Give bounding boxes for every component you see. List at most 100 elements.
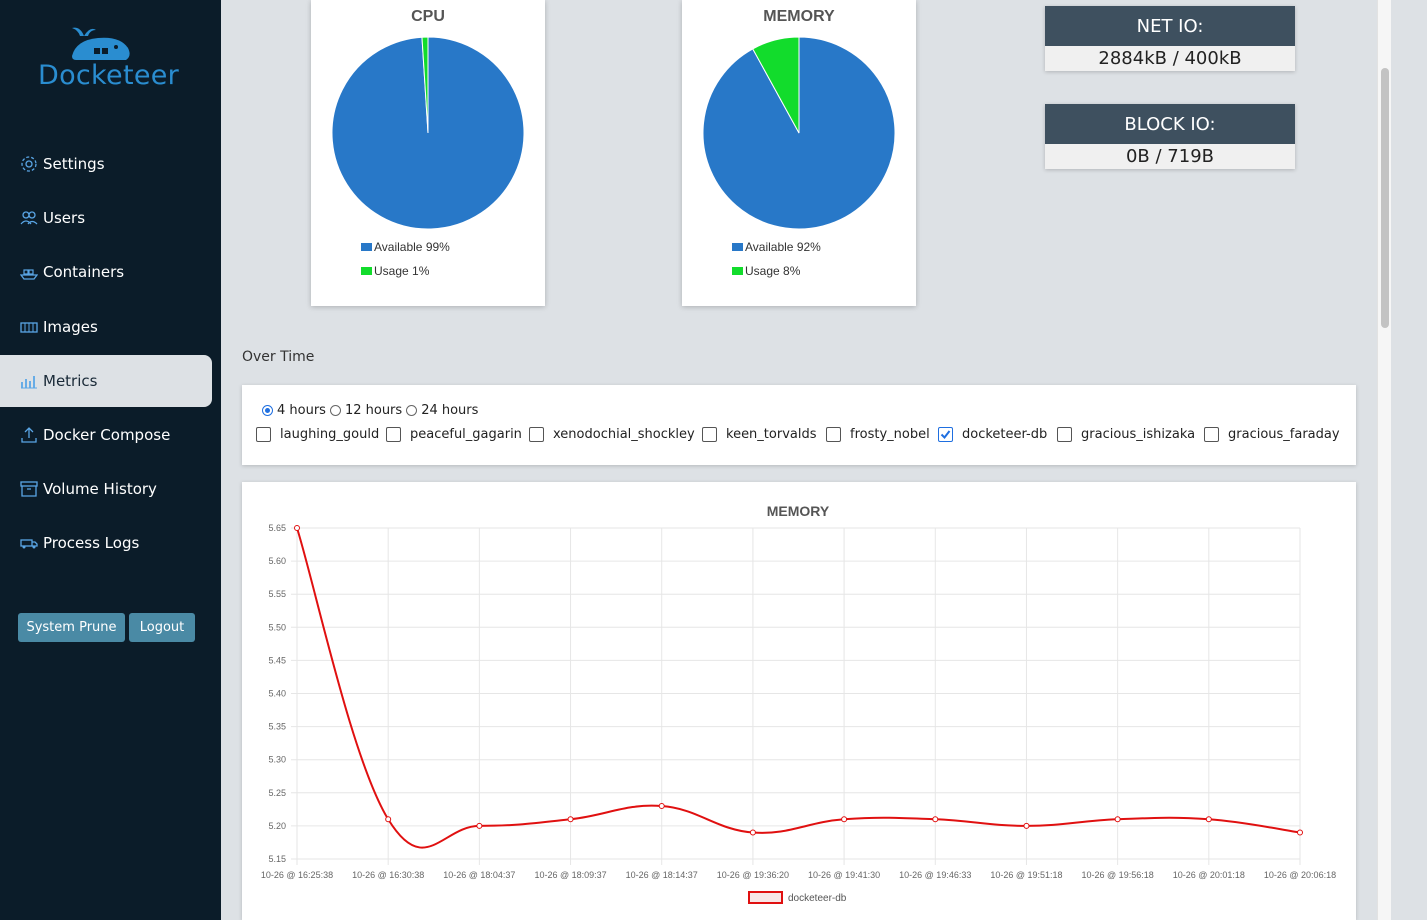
data-point[interactable] xyxy=(932,816,939,823)
container-checkbox-docketeer-db[interactable]: docketeer-db xyxy=(938,427,1047,442)
checkbox-label: keen_torvalds xyxy=(726,427,817,442)
checkbox[interactable] xyxy=(256,427,271,442)
checkbox[interactable] xyxy=(529,427,544,442)
y-tick-label: 5.65 xyxy=(268,523,286,533)
memory-legend-usage[interactable]: Usage 8% xyxy=(732,264,800,278)
sidebar-item-containers[interactable]: Containers xyxy=(0,246,212,298)
cpu-legend-usage[interactable]: Usage 1% xyxy=(361,264,429,278)
vertical-scrollbar[interactable] xyxy=(1377,0,1391,920)
chart-grid xyxy=(291,527,1301,865)
system-prune-button[interactable]: System Prune xyxy=(18,613,125,642)
data-point[interactable] xyxy=(1205,816,1212,823)
data-point[interactable] xyxy=(749,829,756,836)
legend-swatch xyxy=(732,243,743,251)
sidebar-item-docker-compose[interactable]: Docker Compose xyxy=(0,409,212,461)
data-point[interactable] xyxy=(567,816,574,823)
legend-label: Available 99% xyxy=(374,240,450,254)
radio-button[interactable] xyxy=(262,405,273,416)
checkbox[interactable] xyxy=(938,427,953,442)
radio-button[interactable] xyxy=(329,405,341,416)
time-range-12h[interactable]: 12 hours xyxy=(329,403,402,418)
series-points xyxy=(294,525,1303,836)
checkbox-label: gracious_ishizaka xyxy=(1081,427,1196,442)
gear-icon xyxy=(20,155,40,173)
sidebar-item-metrics[interactable]: Metrics xyxy=(0,355,212,407)
memory-card: MEMORY Available 92% Usage 8% xyxy=(682,0,916,306)
sidebar-item-label: Users xyxy=(43,209,86,227)
legend-label: Available 92% xyxy=(745,240,821,254)
checkbox[interactable] xyxy=(1057,427,1072,442)
container-checkbox-keen-torvalds[interactable]: keen_torvalds xyxy=(702,427,817,442)
logout-button[interactable]: Logout xyxy=(129,613,195,642)
legend-swatch xyxy=(748,891,783,904)
series-line-docketeer-db xyxy=(296,527,1301,849)
x-tick-label: 10-26 @ 18:04:37 xyxy=(443,870,515,880)
radio-button[interactable] xyxy=(406,405,418,416)
cpu-pie-chart xyxy=(331,36,525,230)
data-point[interactable] xyxy=(1114,816,1121,823)
filter-panel: 4 hours 12 hours 24 hours laughing_gould… xyxy=(242,385,1356,465)
legend-label: docketeer-db xyxy=(788,893,847,904)
container-checkbox-gracious-faraday[interactable]: gracious_faraday xyxy=(1204,427,1340,442)
data-point[interactable] xyxy=(294,525,300,531)
sidebar-item-users[interactable]: Users xyxy=(0,192,212,244)
sidebar-item-settings[interactable]: Settings xyxy=(0,138,212,190)
data-point[interactable] xyxy=(476,822,483,829)
memory-line-chart-panel: MEMORY 5.65 5.60 5.55 5.50 5.45 5.40 5.35 5.30 5… xyxy=(242,482,1356,920)
x-tick-label: 10-26 @ 19:46:33 xyxy=(899,870,971,880)
checkbox[interactable] xyxy=(702,427,717,442)
sidebar-item-process-logs[interactable]: Process Logs xyxy=(0,517,212,569)
block-io-value: 0B / 719B xyxy=(1045,144,1295,169)
checkbox-label: peaceful_gagarin xyxy=(410,427,522,442)
checkbox-label: frosty_nobel xyxy=(850,427,930,442)
data-point[interactable] xyxy=(658,803,665,810)
data-point[interactable] xyxy=(385,816,392,823)
sidebar-item-label: Process Logs xyxy=(43,534,140,552)
users-icon xyxy=(20,209,40,227)
sidebar-item-label: Settings xyxy=(43,155,105,173)
x-tick-label: 10-26 @ 18:14:37 xyxy=(626,870,698,880)
data-point[interactable] xyxy=(841,816,848,823)
checkbox[interactable] xyxy=(386,427,401,442)
cpu-card: CPU Available 99% Usage 1% xyxy=(311,0,545,306)
sidebar-item-label: Metrics xyxy=(43,372,98,390)
container-checkbox-frosty-nobel[interactable]: frosty_nobel xyxy=(826,427,930,442)
x-tick-label: 10-26 @ 20:06:18 xyxy=(1264,870,1336,880)
archive-icon xyxy=(20,480,40,498)
container-checkbox-xenodochial-shockley[interactable]: xenodochial_shockley xyxy=(529,427,695,442)
sidebar-item-label: Docker Compose xyxy=(43,426,171,444)
checkbox[interactable] xyxy=(1204,427,1219,442)
x-axis-ticks: 10-26 @ 16:25:38 10-26 @ 16:30:38 10-26 @ … xyxy=(261,870,1336,880)
x-tick-label: 10-26 @ 19:51:18 xyxy=(990,870,1062,880)
checkmark-icon xyxy=(940,430,951,440)
chart-title: MEMORY xyxy=(767,503,830,519)
x-tick-label: 10-26 @ 19:36:20 xyxy=(717,870,789,880)
y-tick-label: 5.20 xyxy=(268,821,286,831)
time-range-24h[interactable]: 24 hours xyxy=(406,403,478,418)
time-range-4h[interactable]: 4 hours xyxy=(262,403,326,418)
memory-line-chart: MEMORY 5.655.605.555.505.455.405.355.305… xyxy=(261,503,1336,904)
sidebar-item-images[interactable]: Images xyxy=(0,301,212,353)
container-checkbox-gracious-ishizaka[interactable]: gracious_ishizaka xyxy=(1057,427,1195,442)
legend-swatch xyxy=(361,243,372,251)
checkbox[interactable] xyxy=(826,427,841,442)
legend-swatch xyxy=(732,267,743,275)
x-tick-label: 10-26 @ 20:01:18 xyxy=(1173,870,1245,880)
checkbox-label: gracious_faraday xyxy=(1228,427,1340,442)
net-io-card: NET IO: 2884kB / 400kB xyxy=(1045,6,1295,71)
sidebar: Docketeer Settings Users Containers Imag… xyxy=(0,0,221,920)
x-tick-label: 10-26 @ 16:30:38 xyxy=(352,870,424,880)
scrollbar-thumb[interactable] xyxy=(1381,68,1389,328)
data-point[interactable] xyxy=(1023,822,1030,829)
memory-legend-available[interactable]: Available 92% xyxy=(732,240,821,254)
chart-legend[interactable]: docketeer-db xyxy=(748,891,847,904)
sidebar-item-volume-history[interactable]: Volume History xyxy=(0,463,212,515)
cpu-title: CPU xyxy=(411,8,445,25)
container-checkbox-laughing-gould[interactable]: laughing_gould xyxy=(256,427,379,442)
container-checkbox-peaceful-gagarin[interactable]: peaceful_gagarin xyxy=(386,427,522,442)
data-point[interactable] xyxy=(1297,829,1303,836)
net-io-value: 2884kB / 400kB xyxy=(1045,46,1295,71)
cpu-legend-available[interactable]: Available 99% xyxy=(361,240,450,254)
checkbox-label: xenodochial_shockley xyxy=(553,427,695,442)
over-time-heading: Over Time xyxy=(242,349,315,365)
